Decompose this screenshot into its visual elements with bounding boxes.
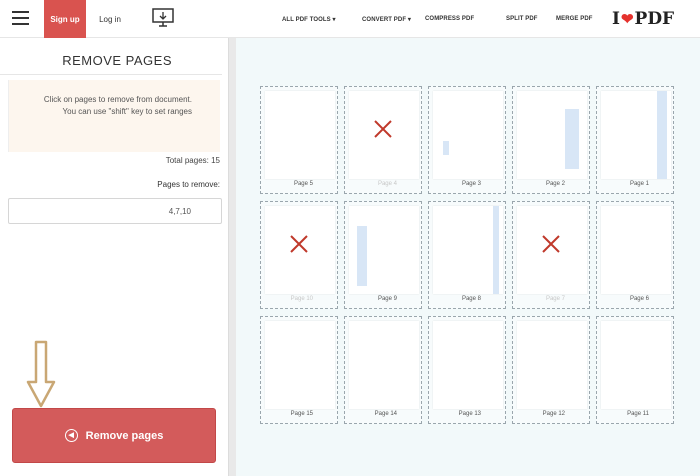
page-preview	[433, 321, 503, 409]
page-label: Page 14	[374, 411, 397, 417]
page-content-block	[657, 91, 667, 179]
info-message: Click on pages to remove from document. …	[8, 80, 220, 152]
page-label: Page 6	[629, 296, 649, 302]
page-label: Page 3	[461, 181, 481, 187]
page-content-block	[443, 141, 449, 155]
arrow-down-icon	[26, 340, 56, 408]
page-label: Page 15	[290, 411, 313, 417]
pages-grid-area: Page 1 Page 2 Page 3 Page 4 Page 5 Page 6 Page…	[236, 38, 700, 476]
heart-icon: ❤	[620, 10, 634, 28]
page-content-block	[565, 109, 579, 169]
page-label: Page 5	[293, 181, 313, 187]
pages-to-remove-input[interactable]	[8, 198, 222, 224]
nav-convert-pdf[interactable]: CONVERT PDF ▾	[362, 0, 411, 38]
hamburger-menu-icon[interactable]	[12, 11, 29, 25]
logo-text-left: I	[612, 9, 620, 29]
page-preview	[265, 91, 335, 179]
page-thumbnail[interactable]: Page 10	[260, 201, 338, 309]
page-thumbnail[interactable]: Page 6	[596, 201, 674, 309]
divider	[0, 74, 222, 75]
page-label: Page 1	[629, 181, 649, 187]
desktop-app-icon[interactable]	[152, 8, 174, 28]
page-preview	[349, 206, 419, 294]
page-label: Page 7	[545, 296, 565, 302]
sign-up-button[interactable]: Sign up	[44, 0, 86, 38]
page-preview	[517, 321, 587, 409]
remove-pages-button-label: Remove pages	[85, 429, 164, 442]
options-sidebar: REMOVE PAGES Click on pages to remove fr…	[0, 38, 228, 476]
logo-text-right: PDF	[634, 9, 675, 29]
arrow-circle-icon: ◀	[64, 429, 78, 442]
page-thumbnail[interactable]: Page 11	[596, 316, 674, 424]
panel-title: REMOVE PAGES	[62, 53, 172, 68]
page-preview	[433, 91, 503, 179]
page-thumbnail[interactable]: Page 1	[596, 86, 674, 194]
remove-pages-button[interactable]: ◀ Remove pages	[12, 408, 216, 463]
page-label: Page 12	[542, 411, 565, 417]
page-thumbnail[interactable]: Page 5	[260, 86, 338, 194]
pages-to-remove-label: Pages to remove:	[157, 180, 220, 189]
page-label: Page 10	[290, 296, 313, 302]
nav-compress-pdf[interactable]: COMPRESS PDF	[425, 0, 474, 38]
page-preview	[265, 321, 335, 409]
nav-merge-pdf[interactable]: MERGE PDF	[556, 0, 593, 38]
page-content-block	[493, 206, 499, 294]
page-label: Page 13	[458, 411, 481, 417]
remove-x-icon	[374, 120, 392, 138]
page-label: Page 11	[627, 411, 649, 417]
page-preview	[601, 321, 671, 409]
nav-all-tools[interactable]: ALL PDF TOOLS ▾	[282, 0, 336, 38]
page-label: Page 8	[461, 296, 481, 302]
remove-x-icon	[542, 235, 560, 253]
page-label: Page 4	[377, 181, 397, 187]
page-thumbnail[interactable]: Page 15	[260, 316, 338, 424]
ilovepdf-logo[interactable]: I ❤ PDF	[612, 8, 674, 30]
page-preview	[349, 321, 419, 409]
page-thumbnail[interactable]: Page 13	[428, 316, 506, 424]
page-thumbnail[interactable]: Page 2	[512, 86, 590, 194]
page-thumbnail[interactable]: Page 14	[344, 316, 422, 424]
page-thumbnail[interactable]: Page 7	[512, 201, 590, 309]
log-in-button[interactable]: Log in	[88, 0, 132, 38]
nav-split-pdf[interactable]: SPLIT PDF	[506, 0, 538, 38]
page-thumbnail[interactable]: Page 8	[428, 201, 506, 309]
page-thumbnail[interactable]: Page 9	[344, 201, 422, 309]
remove-x-icon	[290, 235, 308, 253]
page-content-block	[357, 226, 367, 286]
page-thumbnail[interactable]: Page 12	[512, 316, 590, 424]
page-thumbnail[interactable]: Page 3	[428, 86, 506, 194]
top-navbar: Sign up Log in ALL PDF TOOLS ▾ CONVERT P…	[0, 0, 700, 38]
page-preview	[433, 206, 503, 294]
page-label: Page 2	[545, 181, 565, 187]
total-pages-text: Total pages: 15	[165, 156, 220, 165]
page-preview	[601, 206, 671, 294]
page-thumbnail[interactable]: Page 4	[344, 86, 422, 194]
panel-divider[interactable]	[228, 38, 236, 476]
page-preview	[601, 91, 671, 179]
page-preview	[517, 91, 587, 179]
page-label: Page 9	[377, 296, 397, 302]
